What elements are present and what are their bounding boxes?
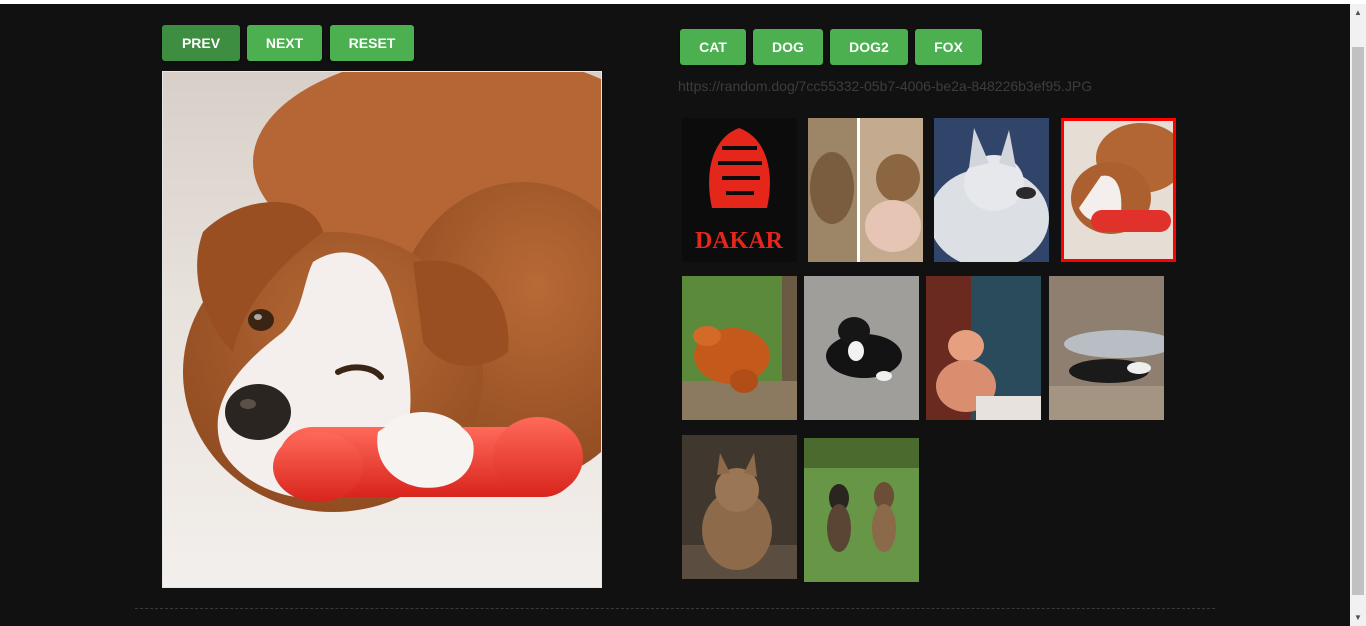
thumbnail-fox[interactable] bbox=[682, 276, 797, 420]
thumbnail-brown-dog[interactable] bbox=[682, 435, 797, 579]
thumbnail-german-shepherds[interactable] bbox=[804, 438, 919, 582]
thumbnail-spitz-dog[interactable] bbox=[934, 118, 1049, 262]
fox-button[interactable]: FOX bbox=[915, 29, 982, 65]
scrollbar-thumb[interactable] bbox=[1352, 47, 1364, 595]
next-button[interactable]: NEXT bbox=[247, 25, 322, 61]
dog-button[interactable]: DOG bbox=[753, 29, 823, 65]
thumbnail-puppy-selected[interactable] bbox=[1061, 118, 1176, 262]
puppy-illustration bbox=[163, 72, 601, 587]
scroll-down-arrow-icon[interactable]: ▼ bbox=[1350, 609, 1366, 626]
thumbnail-cats-collage[interactable] bbox=[808, 118, 923, 262]
thumbnail-tuxedo-cat[interactable] bbox=[804, 276, 919, 420]
reset-button[interactable]: RESET bbox=[330, 25, 414, 61]
scrollbar[interactable]: ▲ ▼ bbox=[1350, 4, 1366, 626]
footer-divider bbox=[135, 608, 1215, 609]
image-url: https://random.dog/7cc55332-05b7-4006-be… bbox=[678, 78, 1093, 94]
thumbnail-cat-under-bed[interactable] bbox=[1049, 276, 1164, 420]
scroll-up-arrow-icon[interactable]: ▲ bbox=[1350, 4, 1366, 21]
thumbnail-dakar-logo[interactable]: DAKAR bbox=[682, 118, 797, 262]
dog2-button[interactable]: DOG2 bbox=[830, 29, 908, 65]
prev-button[interactable]: PREV bbox=[162, 25, 240, 61]
thumbnail-chihuahua[interactable] bbox=[926, 276, 1041, 420]
dakar-logo-text: DAKAR bbox=[695, 228, 784, 254]
main-image bbox=[162, 71, 602, 588]
cat-button[interactable]: CAT bbox=[680, 29, 746, 65]
